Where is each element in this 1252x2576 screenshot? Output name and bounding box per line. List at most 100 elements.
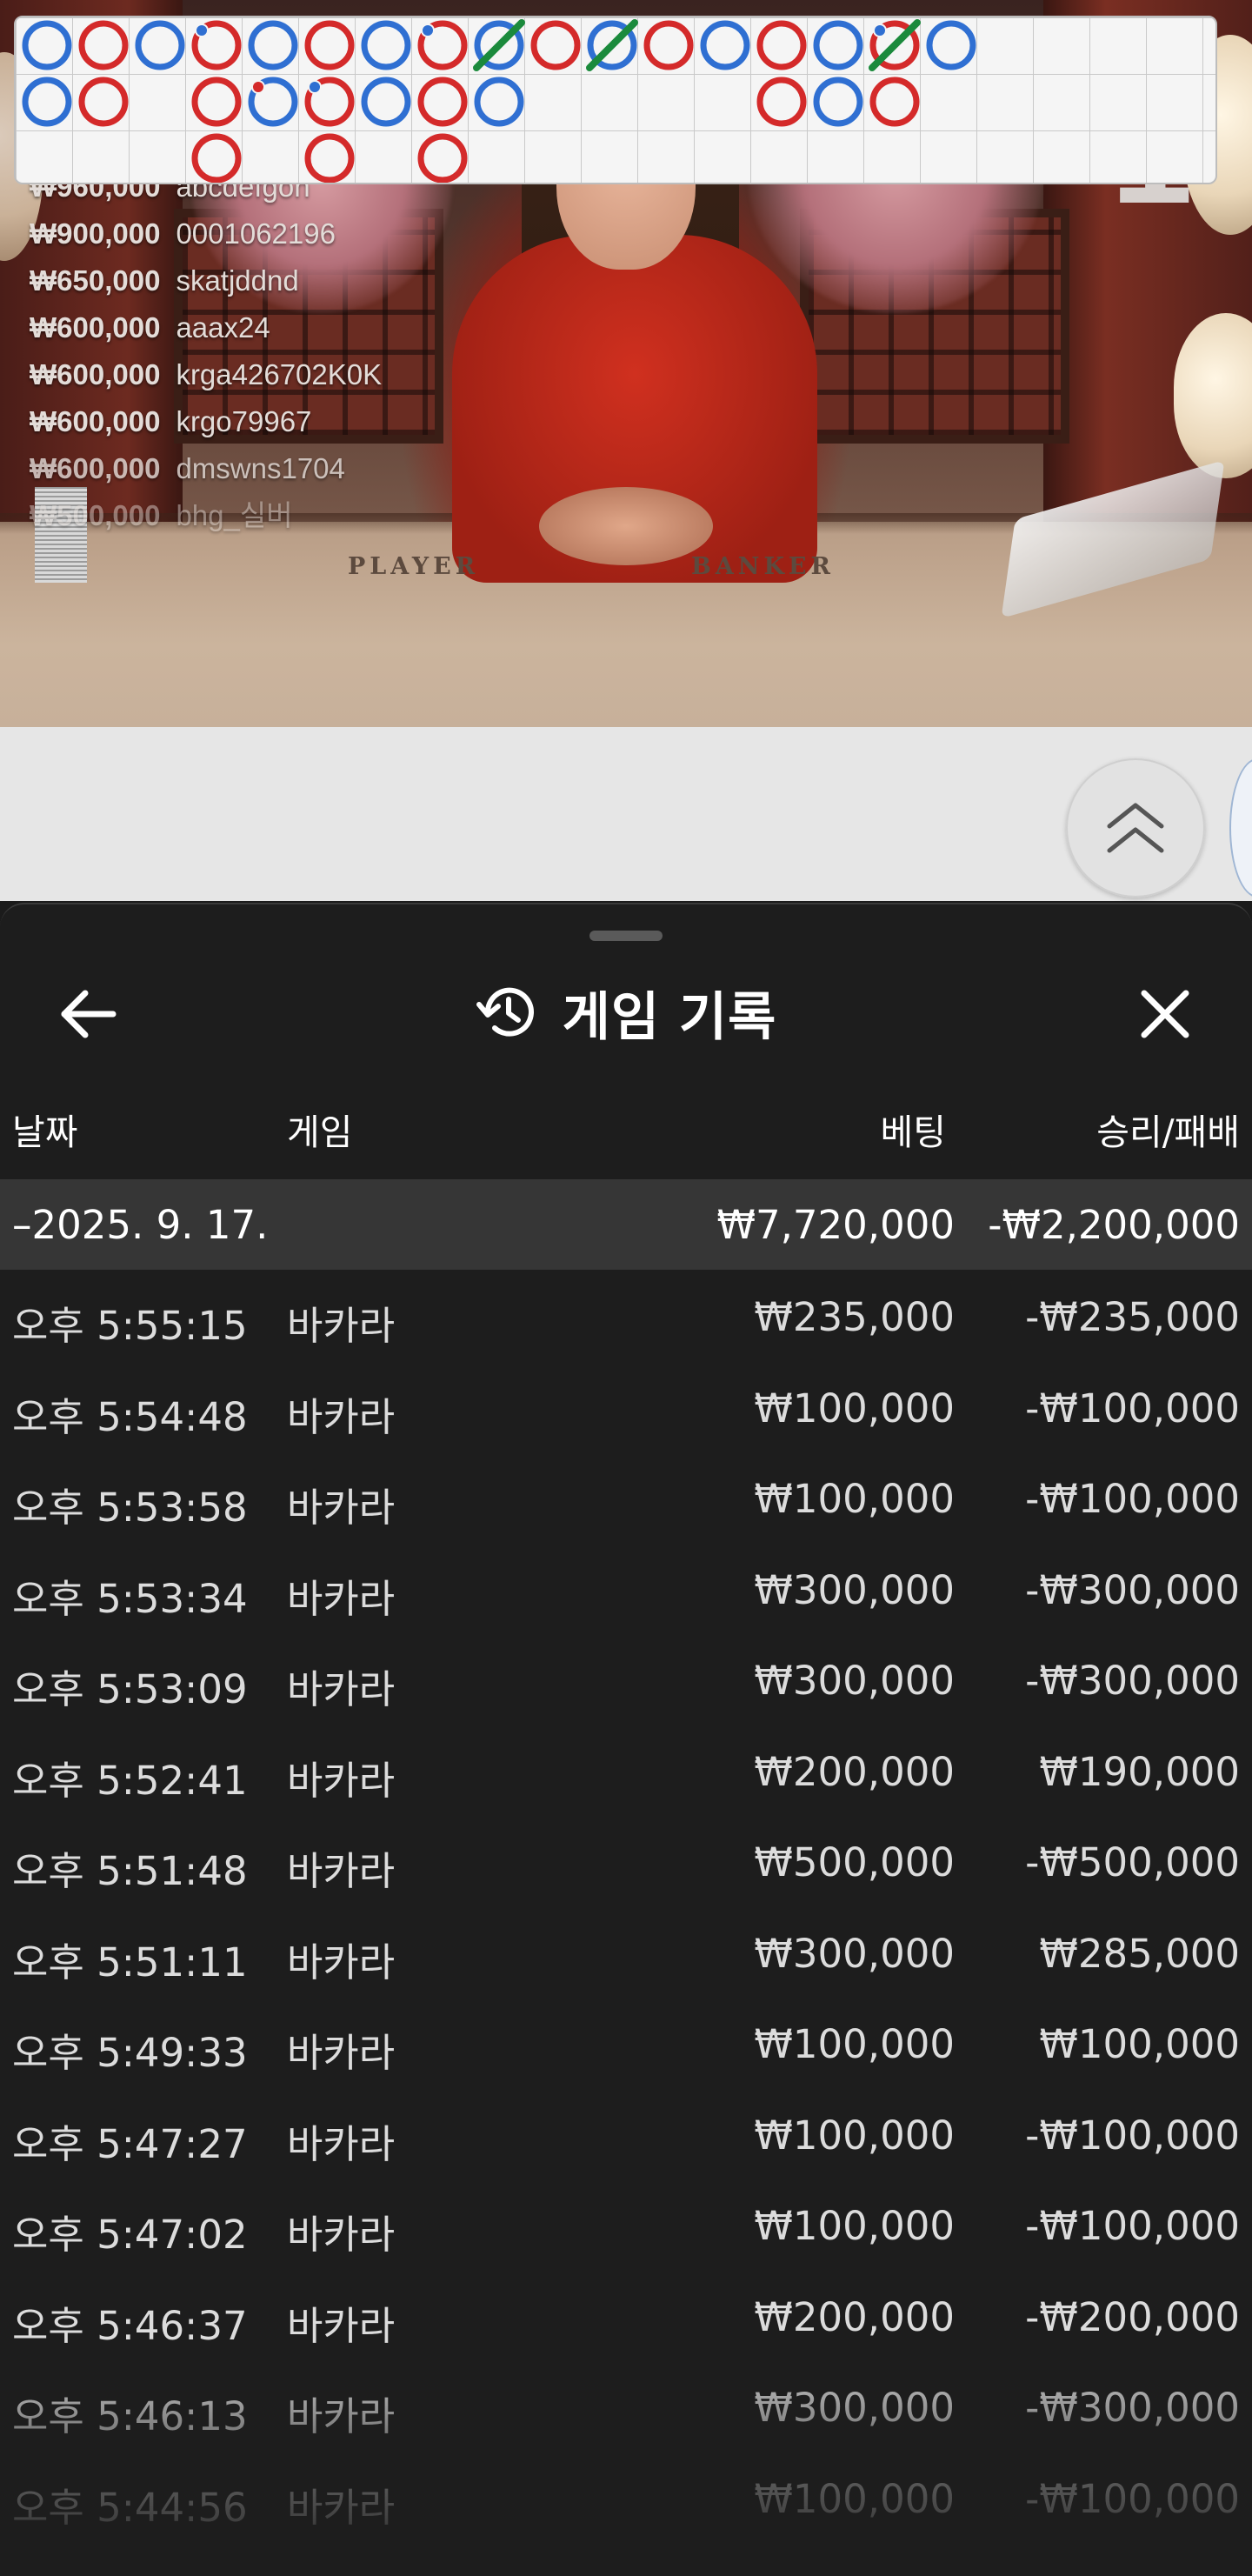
row-bet: ₩100,000 <box>754 2475 955 2522</box>
winner-name: bhg_실버 <box>176 499 293 531</box>
bead-player <box>813 77 863 127</box>
history-row[interactable]: 오후 5:44:56 바카라 ₩100,000 -₩100,000 <box>0 2452 1252 2543</box>
row-game: 바카라 <box>287 1303 396 1349</box>
row-time: 오후 5:51:11 <box>12 1939 248 1985</box>
history-row[interactable]: 오후 5:55:15 바카라 ₩235,000 -₩235,000 <box>0 1270 1252 1361</box>
row-result: -₩100,000 <box>1025 1476 1240 1522</box>
history-row[interactable]: 오후 5:46:37 바카라 ₩200,000 -₩200,000 <box>0 2270 1252 2361</box>
close-button[interactable] <box>1130 979 1200 1049</box>
row-game: 바카라 <box>287 1575 396 1622</box>
bead-banker <box>756 77 807 127</box>
bead-player <box>135 20 185 70</box>
table-label-player: PLAYER <box>348 553 480 580</box>
bead-player <box>22 20 72 70</box>
bead-banker <box>78 77 129 127</box>
sheet-grabber[interactable] <box>589 931 663 941</box>
history-row[interactable]: 오후 5:53:58 바카라 ₩100,000 -₩100,000 <box>0 1452 1252 1543</box>
bead-banker <box>643 20 694 70</box>
winner-row: ₩650,000 skatjddnd <box>30 257 382 304</box>
history-row[interactable]: 오후 5:51:11 바카라 ₩300,000 ₩285,000 <box>0 1906 1252 1998</box>
bead-banker <box>78 20 129 70</box>
winner-amount: ₩650,000 <box>30 264 161 297</box>
row-result: ₩100,000 <box>1039 2021 1240 2067</box>
bead-road-marks <box>22 19 976 183</box>
row-bet: ₩235,000 <box>754 1294 955 1340</box>
row-time: 오후 5:49:33 <box>12 2030 248 2076</box>
winner-row: ₩600,000 krga426702K0K <box>30 351 382 398</box>
row-result: ₩190,000 <box>1039 1748 1240 1795</box>
history-row[interactable]: 오후 5:51:48 바카라 ₩500,000 -₩500,000 <box>0 1815 1252 1906</box>
bead-banker <box>869 19 921 71</box>
row-game: 바카라 <box>287 1939 396 1985</box>
winner-name: 0001062196 <box>176 217 336 250</box>
row-game: 바카라 <box>287 2030 396 2076</box>
history-row[interactable]: 오후 5:46:13 바카라 ₩300,000 -₩300,000 <box>0 2360 1252 2452</box>
row-bet: ₩100,000 <box>754 1476 955 1522</box>
winner-amount: ₩500,000 <box>30 499 161 531</box>
history-row[interactable]: 오후 5:47:02 바카라 ₩100,000 -₩100,000 <box>0 2179 1252 2270</box>
winner-name: krga426702K0K <box>176 358 383 390</box>
winner-amount: ₩600,000 <box>30 311 161 344</box>
bead-player <box>361 20 411 70</box>
row-bet: ₩200,000 <box>754 1748 955 1795</box>
table-label-banker: BANKER <box>691 553 835 580</box>
table-header: 날짜 게임 베팅 승리/패배 <box>0 1087 1252 1160</box>
row-result: -₩100,000 <box>1025 2475 1240 2522</box>
bead-banker <box>191 77 242 127</box>
pair-dot <box>251 80 265 94</box>
row-bet: ₩300,000 <box>754 2385 955 2431</box>
winner-row: ₩500,000 bhg_실버 <box>30 492 382 539</box>
row-bet: ₩100,000 <box>754 2021 955 2067</box>
history-rows: 오후 5:55:15 바카라 ₩235,000 -₩235,000 오후 5:54:48… <box>0 1270 1252 2574</box>
sheet-title: 게임 기록 <box>562 986 777 1048</box>
row-game: 바카라 <box>287 1393 396 1440</box>
expand-button[interactable] <box>1066 758 1205 898</box>
bead-banker <box>304 20 355 70</box>
history-row[interactable]: 오후 5:49:33 바카라 ₩100,000 ₩100,000 <box>0 1997 1252 2088</box>
column-header-result: 승리/패배 <box>1096 1111 1240 1153</box>
winner-amount: ₩600,000 <box>30 358 161 390</box>
row-bet: ₩300,000 <box>754 1930 955 1977</box>
history-row[interactable]: 오후 5:54:48 바카라 ₩100,000 -₩100,000 <box>0 1361 1252 1452</box>
winner-name: skatjddnd <box>176 264 299 297</box>
summary-result: -₩2,200,000 <box>988 1202 1240 1248</box>
history-row[interactable]: 오후 5:47:27 바카라 ₩100,000 -₩100,000 <box>0 2088 1252 2179</box>
history-row[interactable]: 오후 5:53:09 바카라 ₩300,000 -₩300,000 <box>0 1633 1252 1725</box>
row-result: ₩285,000 <box>1039 1930 1240 1977</box>
row-game: 바카라 <box>287 1848 396 1894</box>
row-game: 바카라 <box>287 2120 396 2167</box>
bead-player <box>22 77 72 127</box>
bead-player <box>248 77 298 127</box>
history-row[interactable]: 오후 5:53:34 바카라 ₩300,000 -₩300,000 <box>0 1543 1252 1634</box>
winner-amount: ₩900,000 <box>30 217 161 250</box>
date-summary-row[interactable]: –2025. 9. 17. ₩7,720,000 -₩2,200,000 <box>0 1179 1252 1270</box>
winner-row: ₩600,000 krgo79967 <box>30 398 382 445</box>
row-bet: ₩300,000 <box>754 1658 955 1704</box>
row-time: 오후 5:55:15 <box>12 1303 248 1349</box>
bead-player <box>361 77 411 127</box>
bead-player <box>248 20 298 70</box>
pair-dot <box>195 23 209 37</box>
bead-banker <box>191 133 242 183</box>
row-bet: ₩100,000 <box>754 2112 955 2159</box>
row-bet: ₩300,000 <box>754 1566 955 1613</box>
row-time: 오후 5:47:02 <box>12 2212 248 2258</box>
bead-player <box>700 20 750 70</box>
row-result: -₩500,000 <box>1025 1839 1240 1885</box>
row-time: 오후 5:46:37 <box>12 2302 248 2349</box>
bead-banker <box>417 77 468 127</box>
row-bet: ₩200,000 <box>754 2293 955 2340</box>
winner-amount: ₩600,000 <box>30 405 161 437</box>
bead-road <box>14 16 1217 184</box>
history-row[interactable]: 오후 5:52:41 바카라 ₩200,000 ₩190,000 <box>0 1725 1252 1816</box>
row-game: 바카라 <box>287 1757 396 1804</box>
row-time: 오후 5:53:34 <box>12 1575 248 1622</box>
row-game: 바카라 <box>287 2393 396 2439</box>
bead-banker <box>756 20 807 70</box>
bead-player <box>813 20 863 70</box>
row-result: -₩300,000 <box>1025 1658 1240 1704</box>
winner-name: aaax24 <box>176 311 270 344</box>
row-bet: ₩100,000 <box>754 1385 955 1431</box>
row-game: 바카라 <box>287 1666 396 1712</box>
row-time: 오후 5:53:58 <box>12 1485 248 1531</box>
